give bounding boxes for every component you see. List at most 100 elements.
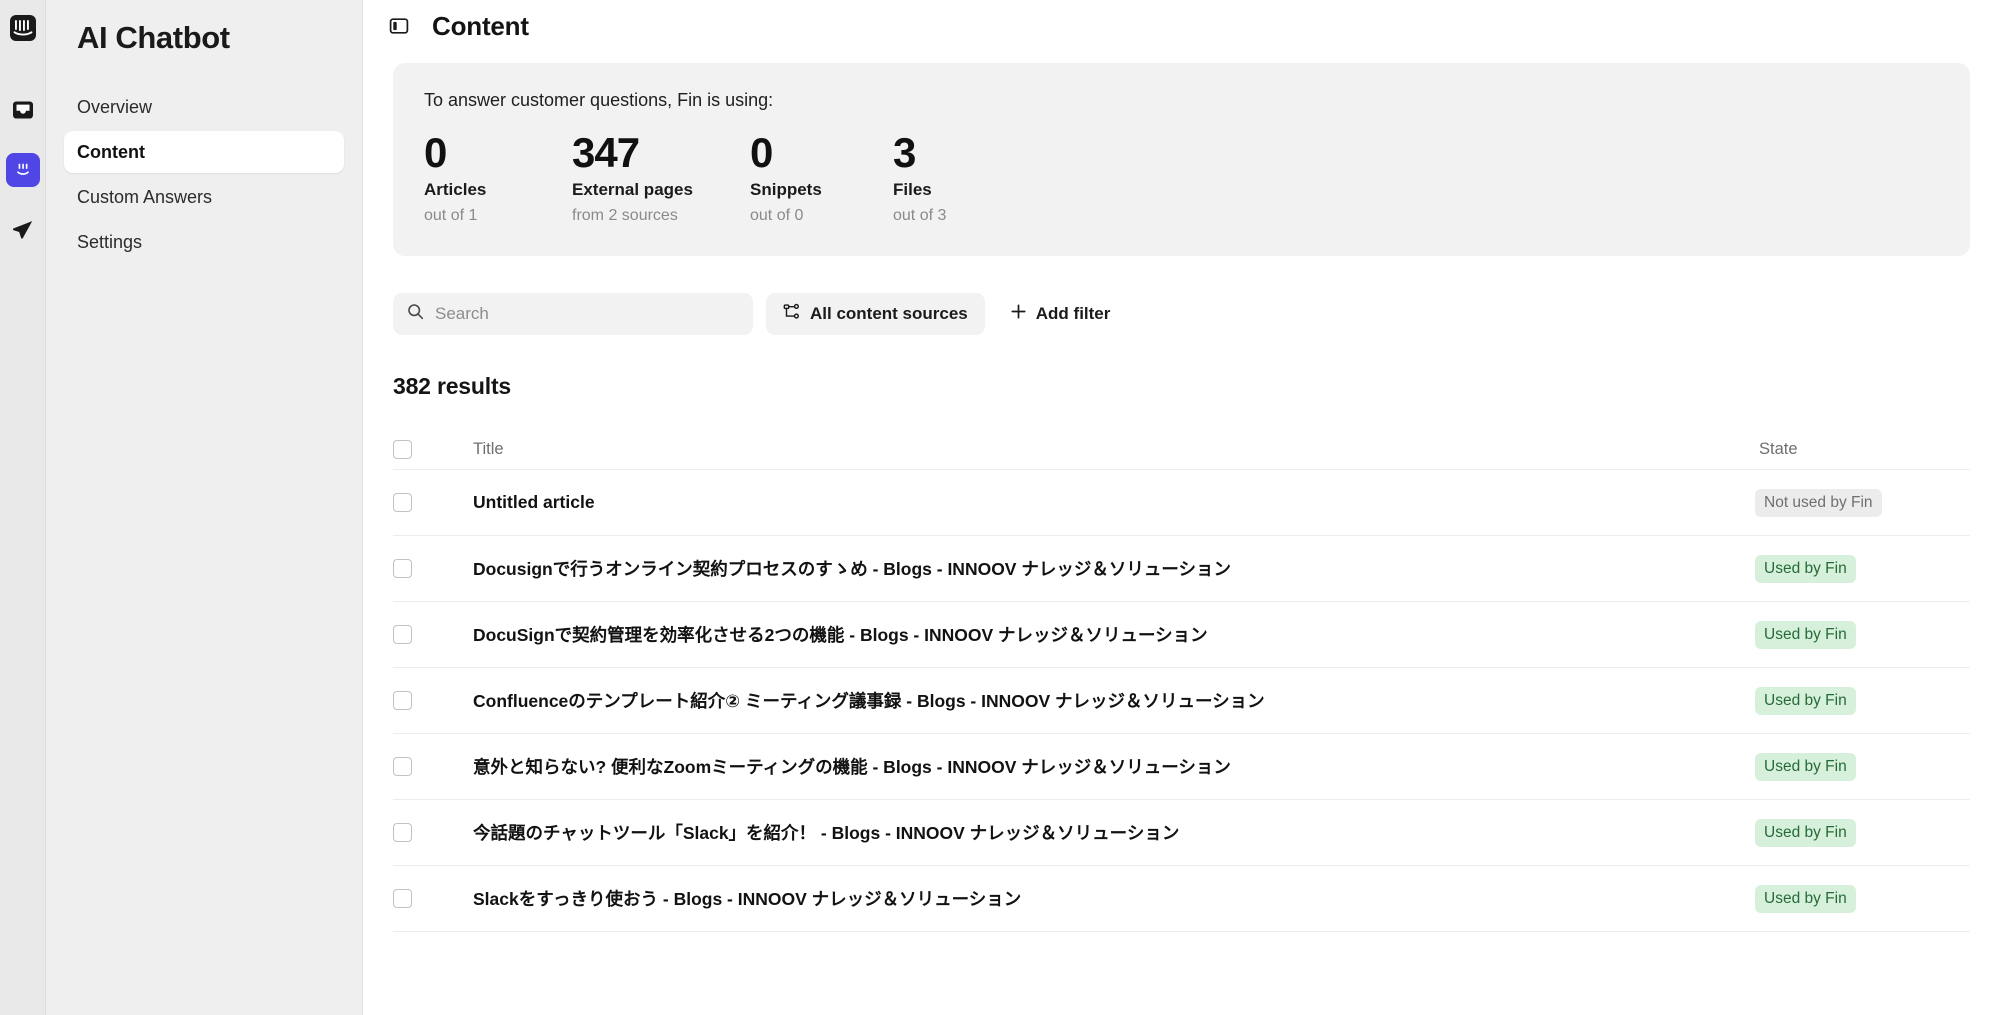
status-badge: Used by Fin [1755,884,1856,913]
table-header-row: Title State [393,430,1970,470]
row-checkbox[interactable] [393,823,412,842]
table-row[interactable]: Docusignで行うオンライン契約プロセスのすゝめ - Blogs - INN… [393,536,1970,602]
row-checkbox[interactable] [393,559,412,578]
row-checkbox[interactable] [393,691,412,710]
row-state: Used by Fin [1755,554,1970,583]
stat-value: 0 [750,129,773,176]
select-all-checkbox[interactable] [393,440,412,459]
stat-articles: 0 Articles out of 1 [424,129,572,225]
row-checkbox[interactable] [393,757,412,776]
stat-sub: out of 1 [424,207,478,224]
stat-files: 3 Files out of 3 [893,129,1033,225]
table-row[interactable]: DocuSignで契約管理を効率化させる2つの機能 - Blogs - INNO… [393,602,1970,668]
row-select-cell [393,559,473,578]
primary-nav-rail [0,0,46,1015]
side-panel-icon[interactable] [386,13,412,39]
sidebar-item-label: Overview [77,96,153,117]
summary-lead-text: To answer customer questions, Fin is usi… [424,90,774,110]
sidebar-item-overview[interactable]: Overview [64,86,344,128]
outbound-icon[interactable] [6,213,40,247]
table-row[interactable]: Slackをすっきり使おう - Blogs - INNOOV ナレッジ＆ソリュー… [393,866,1970,932]
select-all-cell [393,440,473,459]
stat-label: External pages [572,180,693,199]
intercom-logo-icon[interactable] [6,11,40,45]
sidebar-item-label: Content [77,141,145,162]
all-content-sources-button[interactable]: All content sources [766,293,985,335]
page-title: Content [432,10,529,41]
row-select-cell [393,493,473,512]
status-badge: Used by Fin [1755,752,1856,781]
content-sources-icon [783,303,800,325]
sidebar-item-label: Custom Answers [77,186,213,207]
row-title[interactable]: DocuSignで契約管理を効率化させる2つの機能 - Blogs - INNO… [473,622,1755,647]
search-box[interactable] [393,293,753,335]
row-state: Used by Fin [1755,884,1970,913]
all-content-sources-label: All content sources [810,304,968,323]
stat-label: Articles [424,180,487,199]
inbox-icon[interactable] [6,93,40,127]
row-title[interactable]: Slackをすっきり使おう - Blogs - INNOOV ナレッジ＆ソリュー… [473,886,1755,911]
row-state: Used by Fin [1755,686,1970,715]
row-select-cell [393,823,473,842]
page-header: Content [363,0,2000,52]
row-title[interactable]: 意外と知らない? 便利なZoomミーティングの機能 - Blogs - INNO… [473,754,1755,779]
row-state: Used by Fin [1755,818,1970,847]
status-badge: Used by Fin [1755,686,1856,715]
row-checkbox[interactable] [393,625,412,644]
sidebar-item-custom-answers[interactable]: Custom Answers [64,176,344,218]
results-count: 382 results [393,373,511,399]
stat-value: 0 [424,129,447,176]
row-select-cell [393,889,473,908]
search-icon [407,303,424,325]
status-badge: Used by Fin [1755,554,1856,583]
stat-label: Files [893,180,932,199]
table-row[interactable]: 意外と知らない? 便利なZoomミーティングの機能 - Blogs - INNO… [393,734,1970,800]
column-header-title: Title [473,440,504,458]
table-row[interactable]: Untitled article Not used by Fin [393,470,1970,536]
filter-toolbar: All content sources Add filter [393,293,1970,335]
app-root: AI Chatbot Overview Content Custom Answe… [0,0,2000,1015]
secondary-sidebar: AI Chatbot Overview Content Custom Answe… [46,0,363,1015]
sidebar-item-settings[interactable]: Settings [64,221,344,263]
fin-content-summary-card: To answer customer questions, Fin is usi… [393,63,1970,256]
column-header-state: State [1759,440,1798,458]
row-title[interactable]: Confluenceのテンプレート紹介② ミーティング議事録 - Blogs -… [473,688,1755,713]
add-filter-button[interactable]: Add filter [998,293,1123,335]
row-select-cell [393,691,473,710]
row-state: Used by Fin [1755,620,1970,649]
row-select-cell [393,625,473,644]
stat-sub: out of 3 [893,207,947,224]
content-table: Title State Untitled article Not used by… [393,430,1970,932]
stat-snippets: 0 Snippets out of 0 [750,129,893,225]
status-badge: Used by Fin [1755,620,1856,649]
table-row[interactable]: 今話題のチャットツール「Slack」を紹介！ - Blogs - INNOOV … [393,800,1970,866]
stat-value: 347 [572,129,640,176]
table-row[interactable]: Confluenceのテンプレート紹介② ミーティング議事録 - Blogs -… [393,668,1970,734]
status-badge: Not used by Fin [1755,488,1882,517]
sidebar-title: AI Chatbot [77,20,230,55]
stat-external-pages: 347 External pages from 2 sources [572,129,750,225]
row-title[interactable]: Docusignで行うオンライン契約プロセスのすゝめ - Blogs - INN… [473,556,1755,581]
add-filter-label: Add filter [1035,304,1111,323]
stat-sub: out of 0 [750,207,804,224]
stat-value: 3 [893,129,916,176]
plus-icon [1010,303,1027,325]
row-checkbox[interactable] [393,889,412,908]
sidebar-nav: Overview Content Custom Answers Settings [64,86,344,263]
sidebar-item-label: Settings [77,231,143,252]
row-checkbox[interactable] [393,493,412,512]
sidebar-item-content[interactable]: Content [64,131,344,173]
row-title[interactable]: 今話題のチャットツール「Slack」を紹介！ - Blogs - INNOOV … [473,820,1755,845]
summary-stats-row: 0 Articles out of 1 347 External pages f… [424,129,1939,225]
row-select-cell [393,757,473,776]
main-area: Content To answer customer questions, Fi… [363,0,2000,1015]
row-state: Used by Fin [1755,752,1970,781]
content-scroll-region: To answer customer questions, Fin is usi… [363,52,2000,1015]
row-title[interactable]: Untitled article [473,492,1755,513]
search-input[interactable] [435,304,725,324]
row-state: Not used by Fin [1755,488,1970,517]
stat-label: Snippets [750,180,822,199]
stat-sub: from 2 sources [572,207,678,224]
status-badge: Used by Fin [1755,818,1856,847]
fin-ai-icon[interactable] [5,153,40,187]
